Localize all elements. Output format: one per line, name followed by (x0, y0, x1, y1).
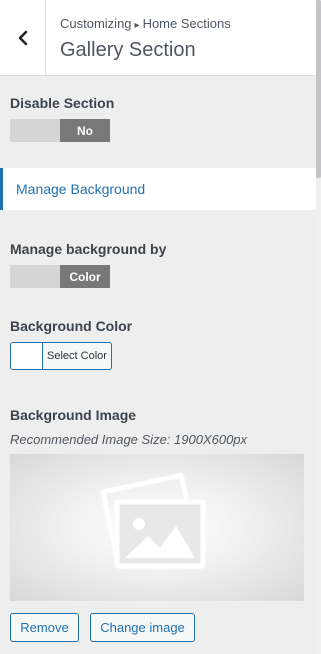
image-size-hint: Recommended Image Size: 1900X600px (10, 432, 248, 447)
manage-background-by-label: Manage background by (10, 241, 167, 257)
color-swatch[interactable] (11, 343, 43, 369)
breadcrumb-current: Home Sections (142, 16, 231, 31)
scrollbar-track[interactable] (316, 0, 321, 654)
breadcrumb: Customizing ▸ Home Sections (60, 16, 231, 31)
manage-background-section[interactable]: Manage Background (0, 168, 316, 210)
remove-image-button[interactable]: Remove (10, 613, 79, 642)
change-image-button[interactable]: Change image (90, 613, 195, 642)
back-button[interactable] (0, 0, 46, 75)
scrollbar-thumb[interactable] (316, 0, 321, 178)
customizer-header: Customizing ▸ Home Sections Gallery Sectio… (0, 0, 316, 76)
toggle-value[interactable]: No (60, 119, 110, 142)
toggle-off-segment[interactable] (10, 265, 60, 288)
manage-background-label[interactable]: Manage Background (16, 181, 145, 197)
disable-section-toggle[interactable]: No (10, 119, 110, 142)
breadcrumb-separator: ▸ (134, 20, 140, 31)
background-image-label: Background Image (10, 407, 137, 423)
image-placeholder-icon (100, 472, 206, 569)
toggle-value[interactable]: Color (60, 265, 110, 288)
image-placeholder[interactable] (10, 454, 304, 601)
breadcrumb-parent: Customizing (60, 16, 132, 31)
select-color-button[interactable]: Select Color (10, 342, 112, 370)
toggle-off-segment[interactable] (10, 119, 60, 142)
chevron-left-icon (18, 30, 27, 45)
manage-background-by-toggle[interactable]: Color (10, 265, 110, 288)
disable-section-label: Disable Section (10, 95, 115, 111)
background-color-label: Background Color (10, 318, 133, 334)
select-color-label[interactable]: Select Color (43, 343, 111, 369)
page-title: Gallery Section (60, 39, 196, 61)
